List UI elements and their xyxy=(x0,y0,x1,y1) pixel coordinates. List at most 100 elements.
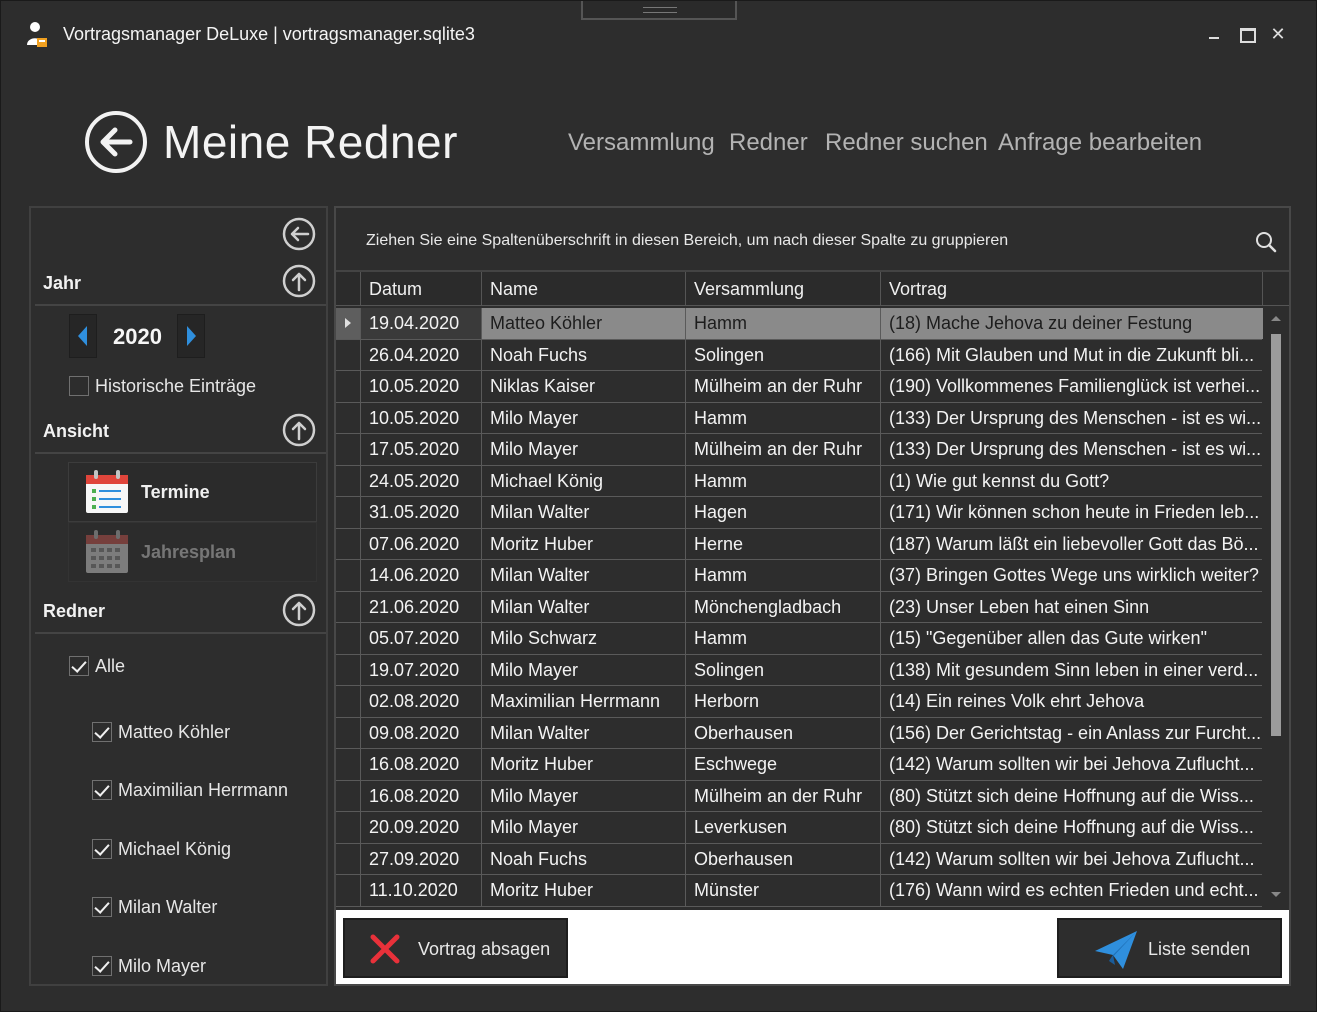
cell-name[interactable]: Milo Schwarz xyxy=(481,623,686,654)
cell-vortrag[interactable]: (142) Warum sollten wir bei Jehova Zuflu… xyxy=(880,843,1263,875)
cell-datum[interactable]: 16.08.2020 xyxy=(360,749,482,780)
cell-vortrag[interactable]: (133) Der Ursprung des Menschen - ist es… xyxy=(880,402,1263,434)
table-row[interactable]: 14.06.2020 Milan Walter Hamm (37) Bringen G… xyxy=(336,560,1262,592)
cell-datum[interactable]: 16.08.2020 xyxy=(360,780,482,812)
cell-versammlung[interactable]: Hamm xyxy=(685,402,881,434)
speaker-checkbox[interactable] xyxy=(92,780,112,800)
nav-redner[interactable]: Redner xyxy=(729,129,808,157)
maximize-button[interactable] xyxy=(1235,23,1257,45)
cell-datum[interactable]: 10.05.2020 xyxy=(360,402,482,434)
table-row[interactable]: 16.08.2020 Moritz Huber Eschwege (142) Waru… xyxy=(336,749,1262,781)
table-row[interactable]: 02.08.2020 Maximilian Herrmann Herborn (14)… xyxy=(336,686,1262,718)
table-row[interactable]: 20.09.2020 Milo Mayer Leverkusen (80) Stütz… xyxy=(336,812,1262,844)
cell-name[interactable]: Milan Walter xyxy=(481,717,686,749)
cell-name[interactable]: Moritz Huber xyxy=(481,875,686,906)
cell-versammlung[interactable]: Herne xyxy=(685,528,881,560)
cell-versammlung[interactable]: Solingen xyxy=(685,339,881,371)
cell-vortrag[interactable]: (142) Warum sollten wir bei Jehova Zuflu… xyxy=(880,749,1263,780)
cell-versammlung[interactable]: Hagen xyxy=(685,497,881,528)
cell-versammlung[interactable]: Mönchengladbach xyxy=(685,591,881,623)
table-row[interactable]: 17.05.2020 Milo Mayer Mülheim an der Ruhr(… xyxy=(336,434,1262,466)
table-row[interactable]: 10.05.2020 Milo Mayer Hamm (133) Der Urspru… xyxy=(336,402,1263,434)
table-row[interactable]: 19.07.2020 Milo Mayer Solingen (138) Mit ge… xyxy=(336,654,1263,686)
close-button[interactable]: ✕ xyxy=(1267,23,1289,45)
cell-versammlung[interactable]: Eschwege xyxy=(685,749,881,780)
alle-checkbox[interactable] xyxy=(69,656,89,676)
historic-checkbox[interactable] xyxy=(69,376,89,396)
collapse-up-icon[interactable] xyxy=(282,413,316,447)
column-header-datum[interactable]: Datum xyxy=(360,272,482,306)
cell-versammlung[interactable]: Oberhausen xyxy=(685,717,881,749)
group-panel-hint[interactable]: Ziehen Sie eine Spaltenüberschrift in di… xyxy=(366,232,1008,250)
back-arrow-icon[interactable] xyxy=(84,110,148,174)
nav-redner-suchen[interactable]: Redner suchen xyxy=(825,129,988,157)
cell-name[interactable]: Maximilian Herrmann xyxy=(481,686,686,717)
speaker-checkbox[interactable] xyxy=(92,839,112,859)
cell-name[interactable]: Milo Mayer xyxy=(481,402,686,434)
view-jahresplan-button[interactable]: Jahresplan xyxy=(68,522,317,582)
cell-versammlung[interactable]: Hamm xyxy=(685,308,881,339)
view-termine-button[interactable]: Termine xyxy=(68,462,317,522)
column-header-vortrag[interactable]: Vortrag xyxy=(880,272,1263,306)
column-header-name[interactable]: Name xyxy=(481,272,686,306)
year-prev-button[interactable] xyxy=(69,314,97,358)
cell-name[interactable]: Milan Walter xyxy=(481,497,686,528)
cell-name[interactable]: Noah Fuchs xyxy=(481,339,686,371)
search-icon[interactable] xyxy=(1254,230,1278,254)
table-row[interactable]: 16.08.2020 Milo Mayer Mülheim an der Ruhr(… xyxy=(336,780,1263,812)
cell-versammlung[interactable]: Hamm xyxy=(685,465,881,497)
cell-vortrag[interactable]: (166) Mit Glauben und Mut in die Zukunft… xyxy=(880,339,1263,371)
table-row[interactable]: 11.10.2020 Moritz Huber Münster (176) Wann … xyxy=(336,875,1262,907)
year-next-button[interactable] xyxy=(177,314,205,358)
cell-vortrag[interactable]: (190) Vollkommenes Familienglück ist ver… xyxy=(880,371,1263,402)
cell-datum[interactable]: 24.05.2020 xyxy=(360,465,482,497)
nav-versammlung[interactable]: Versammlung xyxy=(568,129,715,157)
collapse-up-icon[interactable] xyxy=(282,593,316,627)
scroll-up-icon[interactable] xyxy=(1271,316,1281,321)
cell-datum[interactable]: 21.06.2020 xyxy=(360,591,482,623)
cell-versammlung[interactable]: Solingen xyxy=(685,654,881,686)
drag-handle[interactable] xyxy=(581,1,737,20)
cell-name[interactable]: Niklas Kaiser xyxy=(481,371,686,402)
table-row[interactable]: 31.05.2020 Milan Walter Hagen (171) Wir kön… xyxy=(336,497,1262,529)
table-row[interactable]: 27.09.2020 Noah Fuchs Oberhausen (142) Waru… xyxy=(336,843,1263,875)
cell-vortrag[interactable]: (133) Der Ursprung des Menschen - ist es… xyxy=(880,434,1263,465)
table-row[interactable]: 10.05.2020 Niklas Kaiser Mülheim an der Ru… xyxy=(336,371,1262,403)
cell-vortrag[interactable]: (80) Stützt sich deine Hoffnung auf die … xyxy=(880,780,1263,812)
collapse-up-icon[interactable] xyxy=(282,264,316,298)
minimize-button[interactable] xyxy=(1203,23,1225,45)
cell-vortrag[interactable]: (176) Wann wird es echten Frieden und ec… xyxy=(880,875,1263,906)
cell-versammlung[interactable]: Herborn xyxy=(685,686,881,717)
cell-vortrag[interactable]: (156) Der Gerichtstag - ein Anlass zur F… xyxy=(880,717,1263,749)
send-list-button[interactable]: Liste senden xyxy=(1057,918,1282,978)
cell-name[interactable]: Milo Mayer xyxy=(481,434,686,465)
cell-name[interactable]: Milo Mayer xyxy=(481,780,686,812)
collapse-left-icon[interactable] xyxy=(282,217,316,251)
cell-datum[interactable]: 27.09.2020 xyxy=(360,843,482,875)
cell-name[interactable]: Moritz Huber xyxy=(481,528,686,560)
cell-vortrag[interactable]: (1) Wie gut kennst du Gott? xyxy=(880,465,1263,497)
cell-name[interactable]: Michael König xyxy=(481,465,686,497)
cell-vortrag[interactable]: (37) Bringen Gottes Wege uns wirklich we… xyxy=(880,560,1263,591)
speaker-checkbox[interactable] xyxy=(92,897,112,917)
cell-vortrag[interactable]: (15) "Gegenüber allen das Gute wirken" xyxy=(880,623,1263,654)
cell-versammlung[interactable]: Münster xyxy=(685,875,881,906)
cell-vortrag[interactable]: (80) Stützt sich deine Hoffnung auf die … xyxy=(880,812,1263,843)
cell-name[interactable]: Milo Mayer xyxy=(481,812,686,843)
cell-datum[interactable]: 11.10.2020 xyxy=(360,875,482,906)
cell-name[interactable]: Noah Fuchs xyxy=(481,843,686,875)
scroll-down-icon[interactable] xyxy=(1271,892,1281,897)
scroll-thumb[interactable] xyxy=(1271,334,1281,736)
cell-versammlung[interactable]: Hamm xyxy=(685,623,881,654)
cell-versammlung[interactable]: Mülheim an der Ruhr xyxy=(685,371,881,402)
cell-vortrag[interactable]: (23) Unser Leben hat einen Sinn xyxy=(880,591,1263,623)
cell-datum[interactable]: 26.04.2020 xyxy=(360,339,482,371)
table-row[interactable]: 21.06.2020 Milan Walter Mönchengladbach (23… xyxy=(336,591,1263,623)
vertical-scrollbar[interactable] xyxy=(1266,308,1286,910)
cancel-talk-button[interactable]: Vortrag absagen xyxy=(343,918,568,978)
cell-vortrag[interactable]: (138) Mit gesundem Sinn leben in einer v… xyxy=(880,654,1263,686)
cell-datum[interactable]: 19.07.2020 xyxy=(360,654,482,686)
cell-datum[interactable]: 09.08.2020 xyxy=(360,717,482,749)
cell-versammlung[interactable]: Leverkusen xyxy=(685,812,881,843)
table-row[interactable]: 05.07.2020 Milo Schwarz Hamm (15) "Gegenübe… xyxy=(336,623,1262,655)
